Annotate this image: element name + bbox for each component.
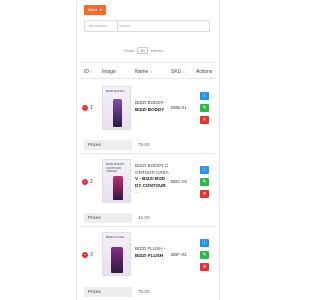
chevron-down-icon: ▾	[99, 7, 102, 12]
edit-button[interactable]: ✎	[200, 104, 209, 112]
header-actions-label: Actions	[196, 69, 213, 75]
name-line: BIZZI BODDY C	[135, 163, 169, 168]
sort-icon: ⇅	[90, 70, 93, 74]
edit-button[interactable]: ✎	[200, 178, 209, 186]
table-row: − 2 BIZZI BODDY CONTOUR CREAM BIZZI BODD…	[78, 157, 218, 212]
price-row: Prices 79.00	[84, 140, 217, 150]
delete-button[interactable]: ✕	[200, 190, 209, 198]
header-sku[interactable]: SKU⇅	[171, 69, 185, 75]
sort-icon: ⇅	[149, 70, 153, 74]
price-label: Prices	[84, 287, 132, 297]
header-sku-label: SKU	[171, 69, 182, 75]
info-button[interactable]: ⓘ	[200, 166, 209, 174]
collapse-row-icon[interactable]: −	[82, 179, 88, 185]
name-line: ...	[135, 189, 139, 195]
table-row: − 1 BIZZI BODDY BIZZI BODDY - BIZZI BODD…	[78, 84, 218, 139]
header-actions: Actions	[196, 69, 212, 75]
row-id: 3	[90, 252, 93, 258]
thumb-brand: BIZZI FLUSH	[106, 235, 125, 239]
header-name[interactable]: Name⇅	[135, 69, 152, 75]
header-image-label: Image	[102, 69, 116, 75]
page-size-control: Show 10 entries	[124, 47, 163, 54]
price-value: 42.00	[138, 215, 150, 220]
row-id: 1	[90, 105, 93, 111]
product-sku: BBC-02	[171, 179, 188, 184]
header-name-label: Name	[135, 69, 149, 75]
row-id: 2	[90, 179, 93, 185]
show-label: Show	[124, 48, 135, 53]
price-row: Prices 75.00	[84, 287, 217, 297]
header-image[interactable]: Image	[102, 69, 116, 75]
collapse-row-icon[interactable]: −	[82, 252, 88, 258]
delete-button[interactable]: ✕	[200, 263, 209, 271]
product-image: BIZZI BODDY	[102, 86, 131, 130]
table-row: − 3 BIZZI FLUSH BIZZI FLUSH - BIZZI FLUS…	[78, 230, 218, 285]
divider	[80, 78, 216, 79]
price-row: Prices 42.00	[84, 213, 217, 223]
header-id-label: ID	[84, 69, 89, 75]
search-bar: All columns Search	[84, 20, 210, 32]
info-button[interactable]: ⓘ	[200, 239, 209, 247]
name-line-bold: V - BIZZI BOD	[135, 176, 166, 182]
price-label: Prices	[84, 213, 132, 223]
edit-button[interactable]: ✎	[200, 251, 209, 259]
product-image: BIZZI BODDY CONTOUR CREAM	[102, 159, 131, 203]
page-size-select[interactable]: 10	[137, 47, 148, 54]
name-line-bold: BIZZI FLUSH	[135, 252, 164, 258]
collapse-row-icon[interactable]: −	[82, 105, 88, 111]
delete-button[interactable]: ✕	[200, 116, 209, 124]
bottle-shape	[113, 99, 122, 127]
price-value: 75.00	[138, 289, 150, 294]
product-image: BIZZI FLUSH	[102, 232, 131, 276]
name-line-bold: DY CONTOUR	[135, 182, 166, 188]
divider	[80, 226, 216, 227]
header-id[interactable]: ID⇅	[84, 69, 93, 75]
column-select[interactable]: All columns	[85, 21, 118, 31]
name-line-bold: BIZZI BODDY	[135, 106, 165, 112]
thumb-brand: BIZZI BODDY	[106, 89, 125, 93]
name-line: BIZZI BODDY -	[135, 100, 167, 105]
bottle-shape	[111, 247, 123, 273]
entries-label: entries	[150, 48, 163, 53]
product-name[interactable]: BIZZI BODDY C ONTOUR CREA V - BIZZI BOD …	[135, 163, 169, 196]
price-label: Prices	[84, 140, 132, 150]
tube-shape	[113, 176, 123, 200]
price-value: 79.00	[138, 142, 150, 147]
info-button[interactable]: ⓘ	[200, 92, 209, 100]
name-line: BIZZI FLUSH -	[135, 246, 166, 251]
sort-icon: ⇅	[182, 70, 186, 74]
search-input[interactable]: Search	[119, 21, 130, 31]
divider	[80, 62, 216, 63]
product-name[interactable]: BIZZI FLUSH - BIZZI FLUSH	[135, 246, 169, 259]
name-line: ONTOUR CREA	[135, 169, 169, 175]
product-sku: BBB-01	[171, 105, 187, 110]
filters-label: filters	[88, 7, 98, 12]
thumb-brand: BIZZI BODDY CONTOUR CREAM	[106, 162, 125, 173]
product-name[interactable]: BIZZI BODDY - BIZZI BODDY	[135, 100, 169, 113]
filters-button[interactable]: filters ▾	[84, 5, 106, 15]
divider	[80, 153, 216, 154]
product-sku: BBF-03	[171, 252, 187, 257]
